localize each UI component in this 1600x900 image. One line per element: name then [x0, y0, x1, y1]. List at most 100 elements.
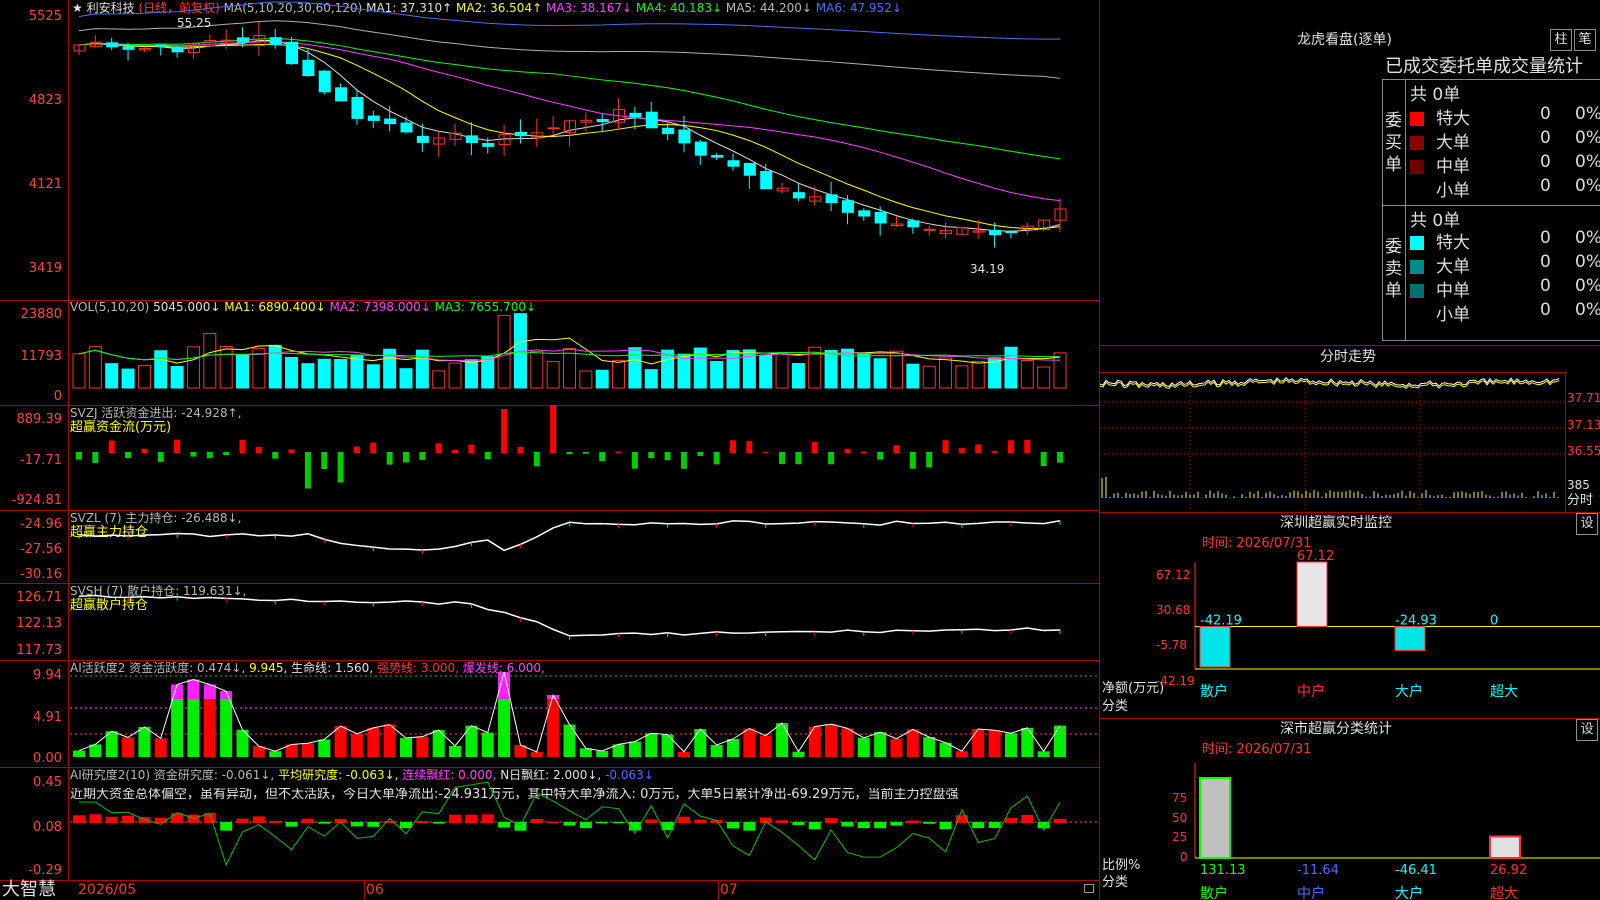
volume-bar [939, 357, 953, 389]
volume-bar [710, 361, 724, 389]
bar-view-button[interactable]: 柱 [1550, 29, 1572, 51]
flow-bar [582, 452, 589, 454]
main-chart-area[interactable]: ★ 利安科技 (日线，前复权) MA(5,10,20,30,60,120) MA… [0, 0, 1100, 900]
monitor-category-1: 中户 [1297, 683, 1325, 700]
candle-body [792, 192, 805, 199]
low-price-mark: 34.19 [970, 262, 1005, 276]
volume-bar [677, 353, 691, 389]
volume-bar [432, 370, 446, 389]
research-bar [220, 822, 233, 831]
activity-bar [301, 743, 314, 757]
flow-bar [1007, 440, 1014, 453]
activity-bar [547, 695, 560, 757]
volume-bar [628, 347, 642, 389]
flow-bar [909, 452, 916, 469]
svzl-chart[interactable] [0, 510, 1100, 583]
activity-bar [710, 744, 723, 757]
research-bar [1004, 817, 1017, 823]
activity-bar [563, 724, 576, 757]
flow-bar [288, 449, 295, 453]
research-bar [923, 822, 936, 824]
research-bar [857, 822, 870, 829]
activity-bar [367, 727, 380, 757]
volume-bar [1053, 352, 1067, 389]
monitor-chart[interactable]: -42.19 散户 67.12 中户 -24.93 大户 0 超大 [1100, 512, 1600, 717]
buy-order-row: 大单 0 0% [1410, 128, 1600, 153]
class-chart[interactable]: 131.13 散户 -11.64 中户 -46.41 大户 26.92 超大 [1100, 718, 1600, 900]
research-bar [874, 822, 887, 829]
flow-bar [370, 442, 377, 453]
price-chart[interactable] [0, 0, 1100, 300]
candle-body [302, 59, 315, 77]
volume-bar [88, 346, 102, 389]
order-count: 0 [1540, 276, 1551, 296]
right-panel: 龙虎看盘(逐单) 柱 笔 已成交委托单成交量统计 委买单 委卖单 共 0单 共 … [1100, 0, 1600, 900]
order-pct: 0% [1575, 252, 1600, 272]
activity-bar [743, 728, 756, 757]
monitor-bar-1 [1296, 561, 1328, 627]
flow-bar [76, 452, 82, 460]
research-bar [400, 822, 412, 829]
volume-bar [154, 350, 168, 389]
order-stats-tab[interactable]: 已成交委托单成交量统计 [1385, 56, 1583, 78]
volume-bar [857, 353, 871, 389]
flow-bar [795, 452, 802, 465]
swatch [1410, 136, 1424, 150]
vol-ma-20 [78, 349, 1061, 361]
volume-bar [595, 369, 609, 389]
flow-bar [108, 440, 115, 453]
ai-research-chart[interactable] [0, 767, 1100, 880]
activity-bar [416, 736, 429, 757]
flow-bar [991, 450, 998, 453]
volume-bar [121, 368, 135, 389]
flow-bar [174, 439, 181, 453]
flow-bar [566, 452, 573, 455]
activity-bar [1054, 725, 1066, 757]
flow-bar [550, 405, 557, 453]
svsh-chart[interactable] [0, 583, 1100, 660]
volume-chart[interactable] [0, 300, 1100, 405]
candle-body [629, 112, 642, 118]
research-bar [89, 814, 102, 823]
swatch [1410, 308, 1424, 322]
order-type: 小单 [1436, 181, 1470, 201]
activity-burst [187, 679, 200, 699]
flow-bar [353, 446, 360, 453]
order-pct: 0% [1575, 276, 1600, 296]
research-bar [530, 819, 543, 823]
activity-bar [776, 723, 789, 757]
order-count: 0 [1540, 104, 1551, 124]
volume-bar [922, 365, 936, 389]
order-count: 0 [1540, 152, 1551, 172]
volume-bar [530, 350, 544, 389]
activity-bar [269, 751, 282, 757]
lock-icon[interactable] [1084, 884, 1094, 893]
svzj-chart[interactable] [0, 405, 1100, 510]
order-count: 0 [1540, 300, 1551, 320]
volume-bar [285, 356, 299, 389]
order-pct: 0% [1575, 152, 1600, 172]
monitor-category-3: 超大 [1490, 684, 1518, 700]
research-bar [906, 820, 919, 823]
monitor-bar-0 [1199, 625, 1231, 668]
flow-bar [419, 452, 426, 460]
activity-burst [498, 672, 511, 699]
class-category-2: 大户 [1395, 885, 1423, 900]
intraday-price [1100, 376, 1560, 387]
activity-bar [825, 724, 838, 757]
intraday-chart[interactable] [1100, 372, 1565, 512]
flow-bar [599, 452, 606, 462]
activity-bar [383, 724, 396, 757]
flow-bar [680, 452, 687, 469]
order-type: 小单 [1436, 305, 1470, 325]
order-count: 0 [1540, 252, 1551, 272]
research-bar [612, 822, 625, 824]
activity-bar [906, 729, 919, 757]
tick-view-button[interactable]: 笔 [1574, 29, 1596, 51]
volume-bar [497, 314, 511, 389]
candle-body [645, 111, 658, 129]
ai-active-chart[interactable] [0, 660, 1100, 767]
activity-bar [579, 748, 592, 757]
sell-order-row: 特大 0 0% [1410, 228, 1600, 253]
order-pct: 0% [1575, 128, 1600, 148]
